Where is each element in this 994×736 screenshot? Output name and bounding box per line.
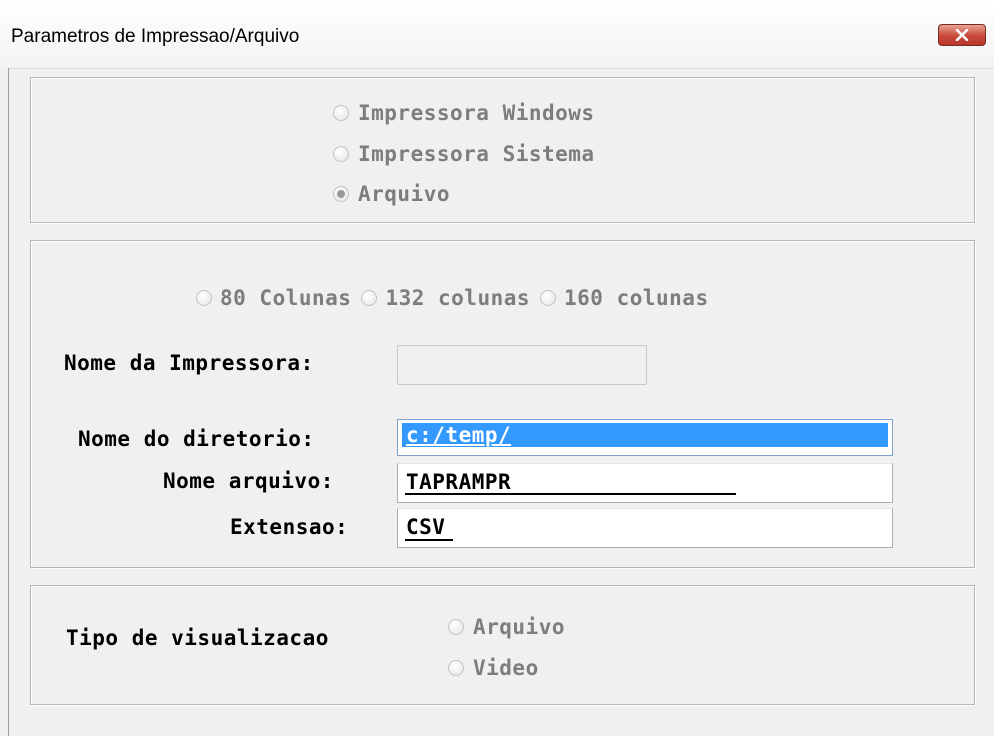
radio-view-video[interactable]: Video xyxy=(448,656,539,680)
printer-name-field xyxy=(397,345,647,385)
radio-label: Impressora Sistema xyxy=(358,142,595,166)
radio-impressora-windows[interactable]: Impressora Windows xyxy=(333,101,595,125)
radio-label: Impressora Windows xyxy=(358,101,595,125)
directory-label: Nome do diretorio: xyxy=(78,427,315,451)
window-title: Parametros de Impressao/Arquivo xyxy=(11,26,300,47)
radio-label: Video xyxy=(473,656,539,680)
dialog-window: Parametros de Impressao/Arquivo Impresso… xyxy=(0,0,994,736)
radio-button[interactable] xyxy=(448,660,464,676)
filename-value: TAPRAMPR xyxy=(406,470,512,494)
radio-label: 132 colunas xyxy=(385,286,531,310)
filename-underline xyxy=(405,493,736,495)
view-type-label: Tipo de visualizacao xyxy=(66,626,329,650)
extension-underline xyxy=(405,539,453,541)
directory-value: c:/temp/ xyxy=(402,423,888,447)
filename-input[interactable]: TAPRAMPR xyxy=(397,463,893,503)
radio-label: 80 Colunas xyxy=(220,286,352,310)
radio-button[interactable] xyxy=(333,105,349,121)
close-button[interactable] xyxy=(938,24,986,46)
radio-button[interactable] xyxy=(448,619,464,635)
radio-132-colunas[interactable] xyxy=(361,290,378,306)
extension-input[interactable]: CSV xyxy=(397,508,893,548)
printer-name-label: Nome da Impressora: xyxy=(64,351,314,375)
directory-input[interactable]: c:/temp/ xyxy=(397,419,893,456)
radio-impressora-sistema[interactable]: Impressora Sistema xyxy=(333,142,595,166)
radio-label: Arquivo xyxy=(473,615,566,639)
radio-button-checked[interactable] xyxy=(333,186,349,202)
filename-label: Nome arquivo: xyxy=(163,469,334,493)
radio-label: 160 colunas xyxy=(564,286,709,310)
radio-80-colunas[interactable] xyxy=(196,290,212,306)
columns-radio-group: 80 Colunas 132 colunas 160 colunas xyxy=(196,286,709,310)
extension-label: Extensao: xyxy=(230,515,349,539)
window-left-border xyxy=(0,68,9,736)
extension-value: CSV xyxy=(406,515,446,539)
radio-label: Arquivo xyxy=(358,182,451,206)
radio-160-colunas[interactable] xyxy=(540,290,557,306)
radio-arquivo[interactable]: Arquivo xyxy=(333,182,450,206)
radio-view-arquivo[interactable]: Arquivo xyxy=(448,615,565,639)
radio-button[interactable] xyxy=(333,146,349,162)
close-icon xyxy=(955,29,969,41)
title-bar: Parametros de Impressao/Arquivo xyxy=(0,0,994,69)
